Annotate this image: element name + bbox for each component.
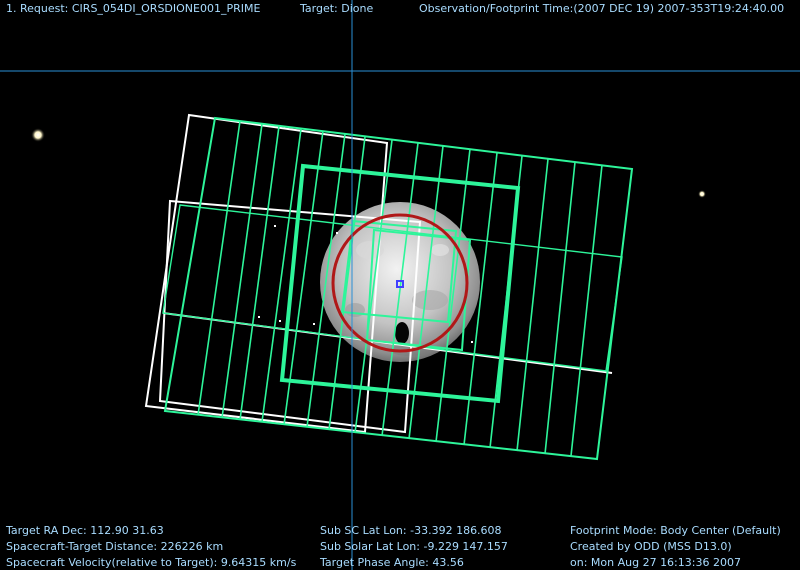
target-phase-angle: Target Phase Angle: 43.56: [320, 556, 464, 569]
sub-sc-lat-lon: Sub SC Lat Lon: -33.392 186.608: [320, 524, 502, 537]
target-ra-dec: Target RA Dec: 112.90 31.63: [6, 524, 164, 537]
created-on: on: Mon Aug 27 16:13:36 2007: [570, 556, 741, 569]
target-label: Target: Dione: [300, 2, 374, 15]
spacecraft-target-distance: Spacecraft-Target Distance: 226226 km: [6, 540, 224, 553]
request-label: 1. Request: CIRS_054DI_ORSDIONE001_PRIME: [6, 2, 261, 15]
star-right: [698, 190, 706, 198]
spacecraft-velocity: Spacecraft Velocity(relative to Target):…: [6, 556, 297, 569]
star-left: [31, 128, 45, 142]
footprint-scene: [0, 0, 800, 570]
footprint-mode: Footprint Mode: Body Center (Default): [570, 524, 781, 537]
created-by: Created by ODD (MSS D13.0): [570, 540, 732, 553]
observation-time-label: Observation/Footprint Time:(2007 DEC 19)…: [419, 2, 785, 15]
sub-solar-lat-lon: Sub Solar Lat Lon: -9.229 147.157: [320, 540, 508, 553]
footprint-viewport[interactable]: 1. Request: CIRS_054DI_ORSDIONE001_PRIME…: [0, 0, 800, 570]
